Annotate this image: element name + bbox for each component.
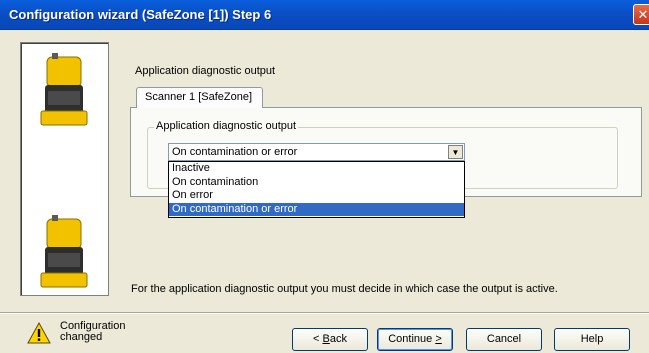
dropdown-option[interactable]: Inactive [169,162,464,176]
status-text: Configuration changed [60,321,125,343]
dropdown-option-selected[interactable]: On contamination or error [169,202,464,216]
diagnostic-output-dropdown[interactable]: Inactive On contamination On error On co… [168,161,465,218]
help-hint-text: For the application diagnostic output yo… [131,283,558,295]
chevron-down-icon[interactable]: ▼ [448,145,463,159]
tab-scanner-1[interactable]: Scanner 1 [SafeZone] [136,87,263,108]
title-bar: Configuration wizard (SafeZone [1]) Step… [0,0,649,30]
wizard-content: Application diagnostic output Scanner 1 … [120,40,649,297]
dropdown-option[interactable]: On error [169,189,464,203]
scanner-device-bottom-image [40,215,88,288]
back-label-rest: ack [329,333,347,345]
tab-label: Scanner 1 [SafeZone] [145,91,253,103]
continue-button[interactable]: Continue > [377,328,453,351]
device-image-panel [20,42,109,296]
back-button[interactable]: < Back [292,328,368,351]
scanner-device-top-image [40,53,88,126]
bottom-bar: Configuration changed < Back Continue > … [0,312,649,353]
close-icon: ✕ [637,7,649,22]
cancel-button[interactable]: Cancel [466,328,542,351]
select-value: On contamination or error [172,146,298,158]
dropdown-option[interactable]: On contamination [169,176,464,190]
diagnostic-output-select[interactable]: On contamination or error ▼ [168,143,465,161]
cancel-label: Cancel [486,333,522,345]
help-label: Help [580,333,604,345]
close-button[interactable]: ✕ [633,4,649,25]
continue-access-key: > [435,333,442,345]
window-title: Configuration wizard (SafeZone [1]) Step… [9,7,272,22]
continue-label-rest: Continue [388,333,436,345]
warning-icon [27,322,51,344]
section-title: Application diagnostic output [135,65,276,77]
status-line-2: changed [60,331,103,343]
back-label-prefix: < [313,333,323,345]
back-access-key: B [322,333,330,345]
help-button[interactable]: Help [554,328,630,351]
group-label: Application diagnostic output [154,120,299,132]
